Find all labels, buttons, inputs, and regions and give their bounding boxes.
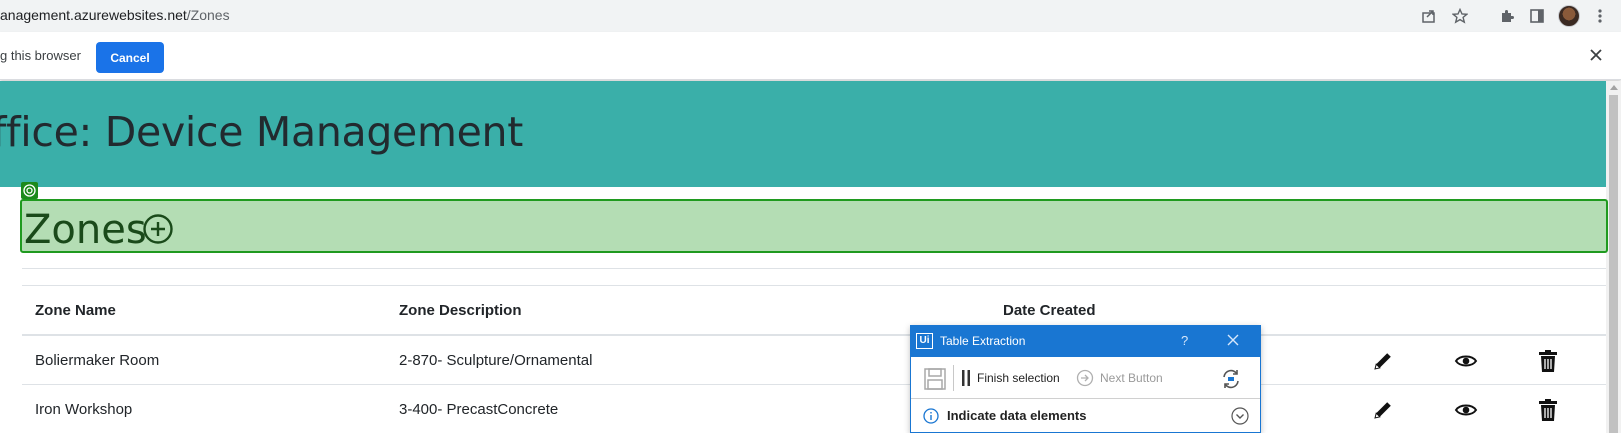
next-arrow-icon — [1076, 369, 1094, 387]
browser-toolbar: anagement.azurewebsites.net/Zones — [0, 0, 1621, 32]
zone-description-cell: 3-400- PrecastConcrete — [399, 401, 559, 418]
extensions-icon[interactable] — [1497, 6, 1517, 26]
zones-heading: Zones — [24, 207, 147, 253]
plus-circle-icon[interactable] — [142, 213, 174, 245]
url-host: anagement.azurewebsites.net — [0, 7, 187, 23]
zones-heading-highlight[interactable]: Zones — [20, 199, 1608, 253]
chevron-down-icon[interactable] — [1231, 407, 1249, 425]
url-path: /Zones — [186, 7, 230, 23]
pause-icon — [962, 370, 970, 386]
zone-name-cell: Iron Workshop — [35, 401, 133, 418]
pencil-icon[interactable] — [1371, 398, 1395, 422]
section-title: Indicate data elements — [947, 408, 1087, 423]
page-title: ffice: Device Management — [0, 108, 524, 156]
cancel-button[interactable]: Cancel — [96, 42, 164, 73]
finish-selection-label: Finish selection — [977, 371, 1060, 385]
dialog-titlebar[interactable]: Ui Table Extraction ? — [911, 326, 1260, 357]
profile-avatar[interactable] — [1558, 5, 1580, 27]
dialog-title: Table Extraction — [940, 334, 1026, 348]
zone-name-cell: Boliermaker Room — [35, 352, 160, 369]
save-icon[interactable] — [923, 367, 947, 391]
divider — [22, 268, 1606, 269]
column-header-zone-description: Zone Description — [399, 302, 522, 319]
browser-infobar: g this browser Cancel — [0, 32, 1621, 80]
scrollbar-thumb[interactable] — [1609, 95, 1618, 433]
refresh-icon[interactable] — [1219, 367, 1243, 391]
scroll-up-arrow-icon[interactable] — [1610, 85, 1618, 90]
finish-selection-button[interactable]: Finish selection — [961, 366, 1060, 390]
column-header-zone-name: Zone Name — [35, 302, 116, 319]
infobar-message: g this browser — [0, 48, 81, 63]
table-extraction-dialog: Ui Table Extraction ? Finish selection N… — [910, 325, 1261, 433]
share-icon[interactable] — [1419, 6, 1439, 26]
indicate-data-section[interactable]: Indicate data elements — [911, 400, 1260, 432]
target-marker-icon — [21, 182, 38, 199]
close-icon[interactable] — [1586, 45, 1606, 65]
dialog-toolbar: Finish selection Next Button — [911, 357, 1260, 399]
pencil-icon[interactable] — [1371, 349, 1395, 373]
dialog-close-icon[interactable] — [1226, 333, 1240, 347]
kebab-menu-icon[interactable] — [1590, 6, 1610, 26]
table-top-border — [22, 285, 1606, 286]
star-icon[interactable] — [1450, 6, 1470, 26]
page-banner: ffice: Device Management — [0, 81, 1606, 187]
side-panel-icon[interactable] — [1527, 6, 1547, 26]
trash-icon[interactable] — [1536, 398, 1560, 422]
toolbar-separator — [953, 365, 954, 391]
eye-icon[interactable] — [1454, 349, 1478, 373]
next-button-label: Next Button — [1100, 371, 1163, 385]
address-bar[interactable]: anagement.azurewebsites.net/Zones — [0, 7, 230, 23]
zone-description-cell: 2-870- Sculpture/Ornamental — [399, 352, 593, 369]
next-button-button[interactable]: Next Button — [1076, 366, 1163, 390]
vertical-scrollbar[interactable] — [1606, 81, 1621, 433]
help-icon[interactable]: ? — [1181, 333, 1188, 348]
column-header-date-created: Date Created — [1003, 302, 1096, 319]
eye-icon[interactable] — [1454, 398, 1478, 422]
info-icon — [923, 408, 939, 424]
table-header-border — [22, 334, 1606, 336]
trash-icon[interactable] — [1536, 349, 1560, 373]
uipath-logo-icon: Ui — [916, 333, 933, 349]
row-divider — [22, 384, 1606, 385]
